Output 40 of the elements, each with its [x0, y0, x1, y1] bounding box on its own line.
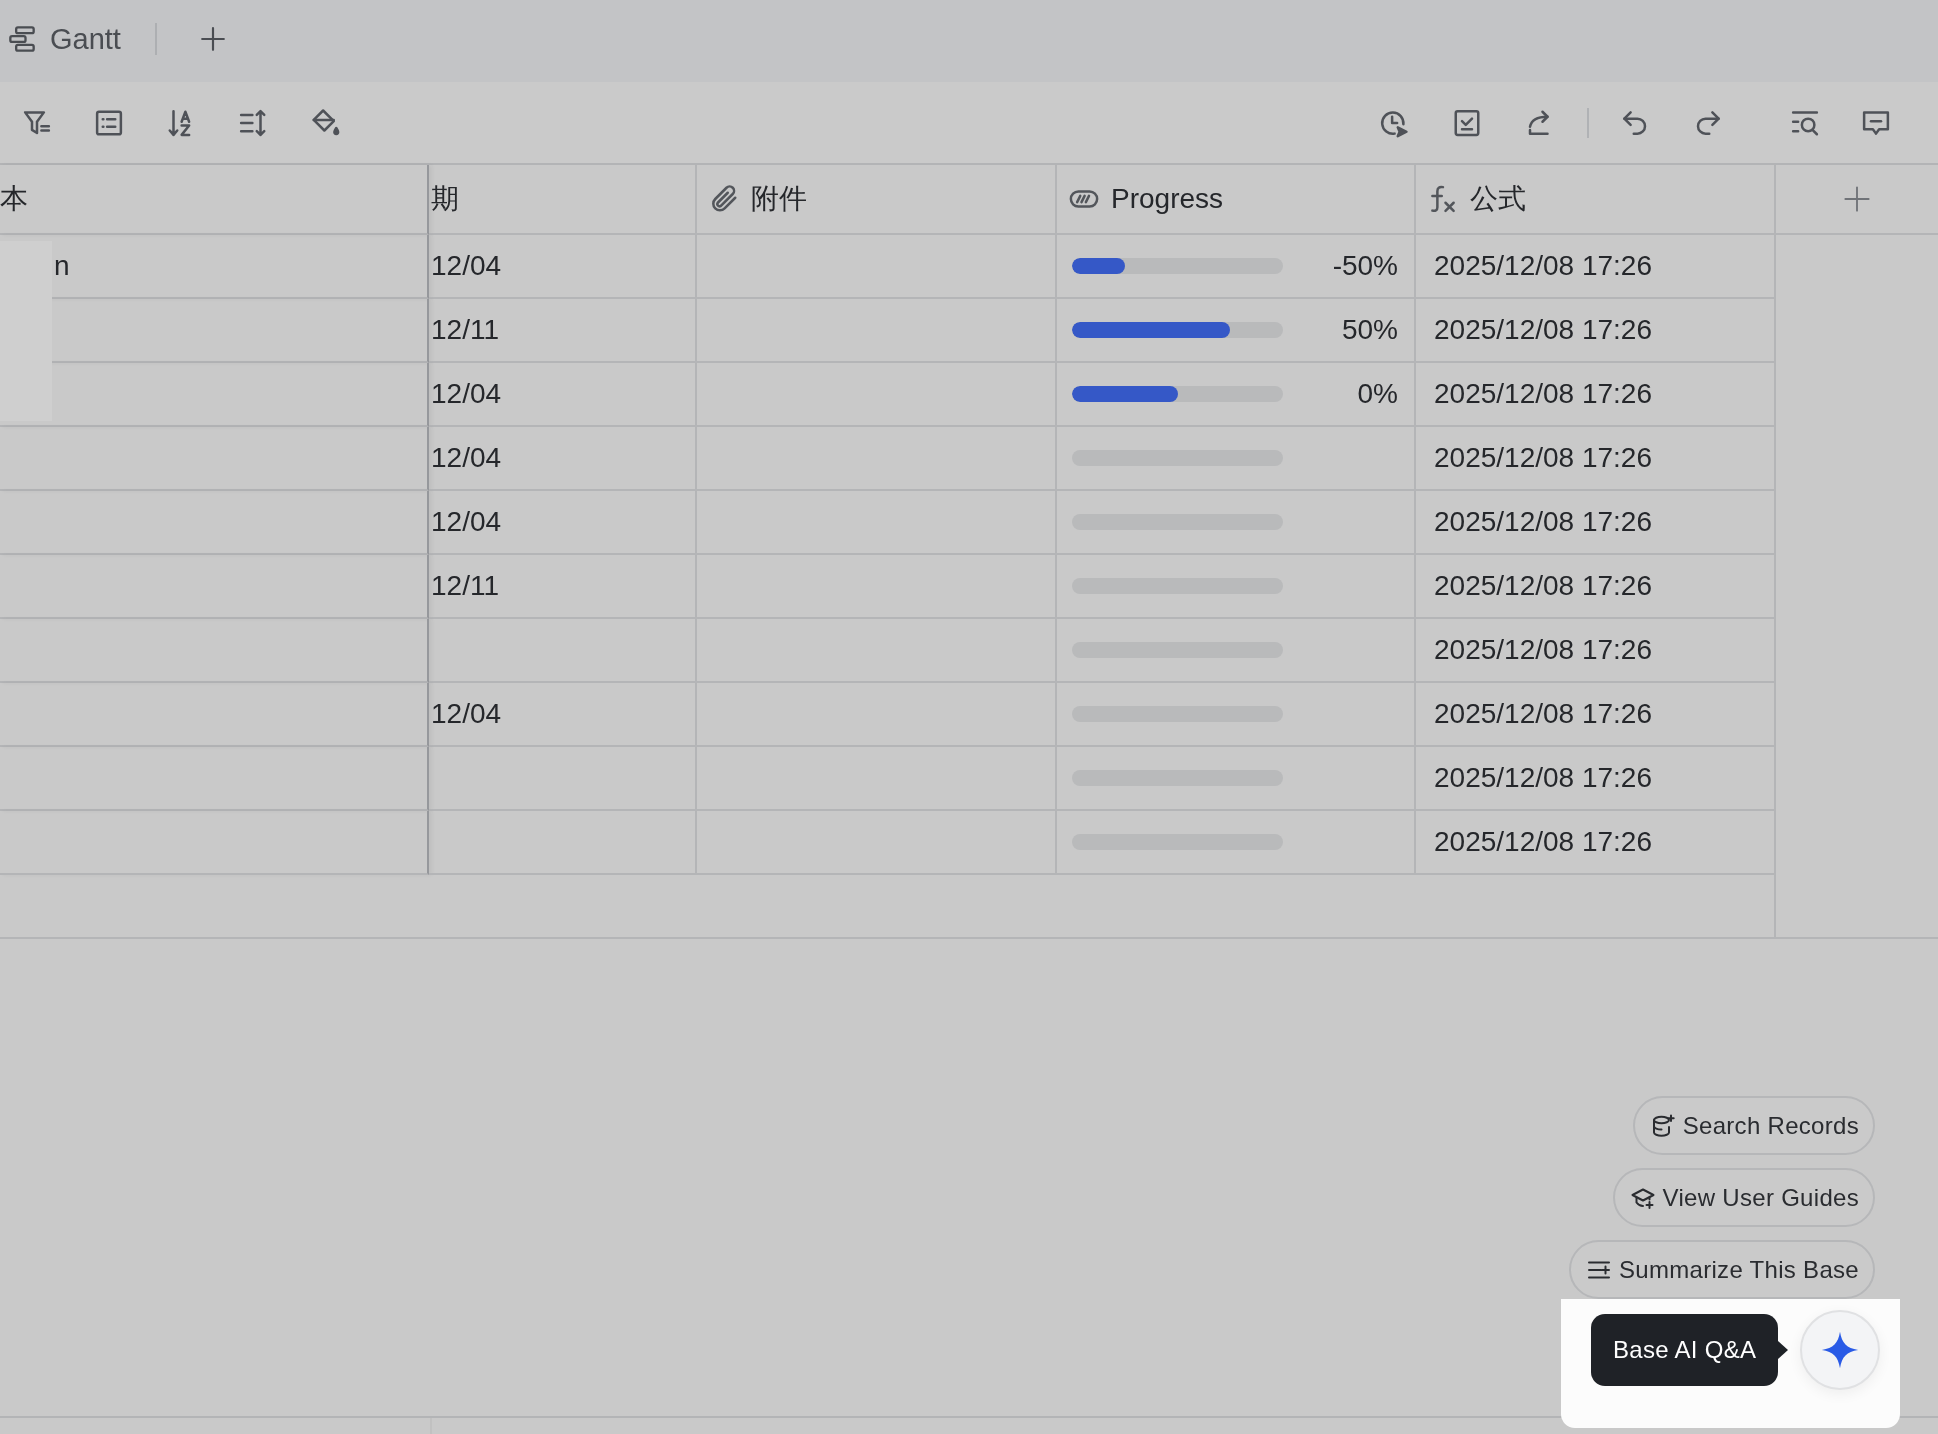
- progress-reading: 50%: [1341, 314, 1398, 346]
- table-cell: 2025/12/08 17:26: [1416, 299, 1776, 363]
- progress-reading: -50%: [1332, 250, 1398, 282]
- table-cell: 2025/12/08 17:26: [1416, 427, 1776, 491]
- database-icon: [1650, 1113, 1675, 1138]
- table-cell: 12/04: [429, 363, 697, 427]
- suggestion-button[interactable]: Search Records: [1632, 1096, 1875, 1155]
- suggestion-button[interactable]: View User Guides: [1612, 1168, 1875, 1227]
- gantt-icon: [8, 25, 36, 53]
- view-tab[interactable]: Gantt: [8, 22, 121, 56]
- sparkle-icon: [1821, 1331, 1859, 1369]
- table-cell: 12/04: [429, 427, 697, 491]
- table-cell: 12/04: [429, 683, 697, 747]
- table-cell: 2025/12/08 17:26: [1416, 747, 1776, 811]
- tooltip: Base AI Q&A: [1591, 1314, 1789, 1386]
- table-cell: 2025/12/08 17:26: [1416, 811, 1776, 875]
- column-header[interactable]: 附件: [697, 165, 1057, 235]
- table-cell: 2025/12/08 17:26: [1416, 235, 1776, 299]
- table-cell: 12/11: [429, 555, 697, 619]
- table-cell: 2025/12/08 17:26: [1416, 491, 1776, 555]
- column-header[interactable]: Progress: [1057, 165, 1416, 235]
- checkbox-icon[interactable]: [1452, 107, 1482, 138]
- paint-bucket-icon[interactable]: [310, 107, 340, 138]
- table-cell: 12/04: [429, 235, 697, 299]
- row-height-icon[interactable]: [238, 107, 268, 138]
- table-cell: 12/04: [429, 491, 697, 555]
- progress-reading: 0%: [1357, 378, 1398, 410]
- table-cell: 2025/12/08 17:26: [1416, 363, 1776, 427]
- table-cell: 12/11: [429, 299, 697, 363]
- paperclip-icon: [709, 184, 739, 214]
- table-cell: 2025/12/08 17:26: [1416, 683, 1776, 747]
- function-icon: [1428, 184, 1458, 214]
- column-header[interactable]: 本: [0, 165, 429, 235]
- suggestion-button[interactable]: Summarize This Base: [1569, 1240, 1875, 1299]
- table-cell: 2025/12/08 17:26: [1416, 555, 1776, 619]
- column-header[interactable]: 公式: [1416, 165, 1776, 235]
- table-cell: 2025/12/08 17:26: [1416, 619, 1776, 683]
- column-header[interactable]: 期: [429, 165, 697, 235]
- plus-icon[interactable]: [1843, 185, 1871, 213]
- plus-icon[interactable]: [199, 26, 226, 52]
